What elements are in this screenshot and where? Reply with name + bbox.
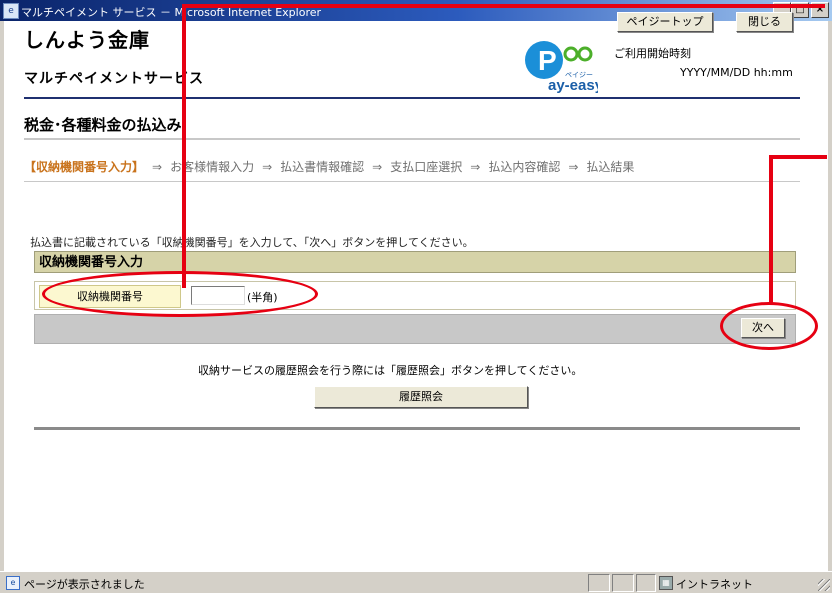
title-divider (24, 138, 800, 140)
annotation-line-step (769, 155, 827, 159)
step-current: 【収納機関番号入力】 (24, 160, 145, 174)
start-time-value: YYYY/MM/DD hh:mm (680, 66, 793, 79)
status-pane (588, 574, 610, 592)
step-navigation: 【収納機関番号入力】 ⇒ お客様情報入力 ⇒ 払込書情報確認 ⇒ 支払口座選択 ⇒ 払込内容確認… (24, 158, 634, 175)
page-done-icon: e (6, 576, 20, 590)
form-action-bar: 次へ (34, 314, 796, 344)
payeasy-logo-dot-1 (563, 46, 579, 62)
status-text: ページが表示されました (24, 578, 145, 591)
security-zone-text: イントラネット (676, 578, 753, 591)
annotation-ellipse-field (42, 271, 318, 317)
step-item: 払込内容確認 (488, 160, 561, 174)
payeasy-logo-dot-2 (577, 46, 593, 62)
bank-name: しんよう金庫 (24, 28, 150, 52)
annotation-ellipse-next (720, 302, 818, 350)
payeasy-logo: P ペイジー ay-easy (525, 41, 598, 94)
step-arrow: ⇒ (372, 160, 383, 174)
steps-divider (24, 181, 800, 182)
annotation-line-right (769, 155, 773, 303)
start-time-label: ご利用開始時刻 (614, 47, 691, 60)
history-instruction: 収納サービスの履歴照会を行う際には「履歴照会」ボタンを押してください。 (198, 364, 583, 377)
history-inquiry-button[interactable]: 履歴照会 (314, 386, 528, 408)
close-page-button[interactable]: 閉じる (736, 12, 793, 32)
status-pane (636, 574, 656, 592)
form-section-title: 収納機関番号入力 (34, 251, 796, 273)
status-bar: e ページが表示されました ▦ イントラネット (0, 571, 832, 593)
intranet-zone-icon: ▦ (659, 576, 673, 590)
step-item: 払込結果 (586, 160, 635, 174)
resize-grip-icon[interactable] (818, 579, 830, 591)
status-pane (612, 574, 634, 592)
footer-divider (34, 427, 800, 430)
page-top-button[interactable]: ペイジートップ (617, 12, 713, 32)
annotation-line-left (182, 4, 186, 288)
ie-icon: e (3, 3, 19, 19)
payeasy-logo-p: P (538, 45, 557, 76)
page-title: 税金･各種料金の払込み (24, 116, 182, 134)
payeasy-logo-text: ay-easy (548, 77, 598, 94)
window-frame-right (828, 21, 832, 571)
step-item: 払込書情報確認 (280, 160, 365, 174)
service-name: マルチペイメントサービス (24, 71, 204, 87)
header-divider (24, 97, 800, 99)
step-arrow: ⇒ (470, 160, 481, 174)
step-item: 支払口座選択 (390, 160, 463, 174)
annotation-line-top (182, 4, 825, 8)
step-arrow: ⇒ (568, 160, 579, 174)
step-arrow: ⇒ (262, 160, 273, 174)
step-arrow: ⇒ (152, 160, 163, 174)
instruction-text: 払込書に記載されている「収納機関番号」を入力して、「次へ」ボタンを押してください… (30, 236, 474, 249)
